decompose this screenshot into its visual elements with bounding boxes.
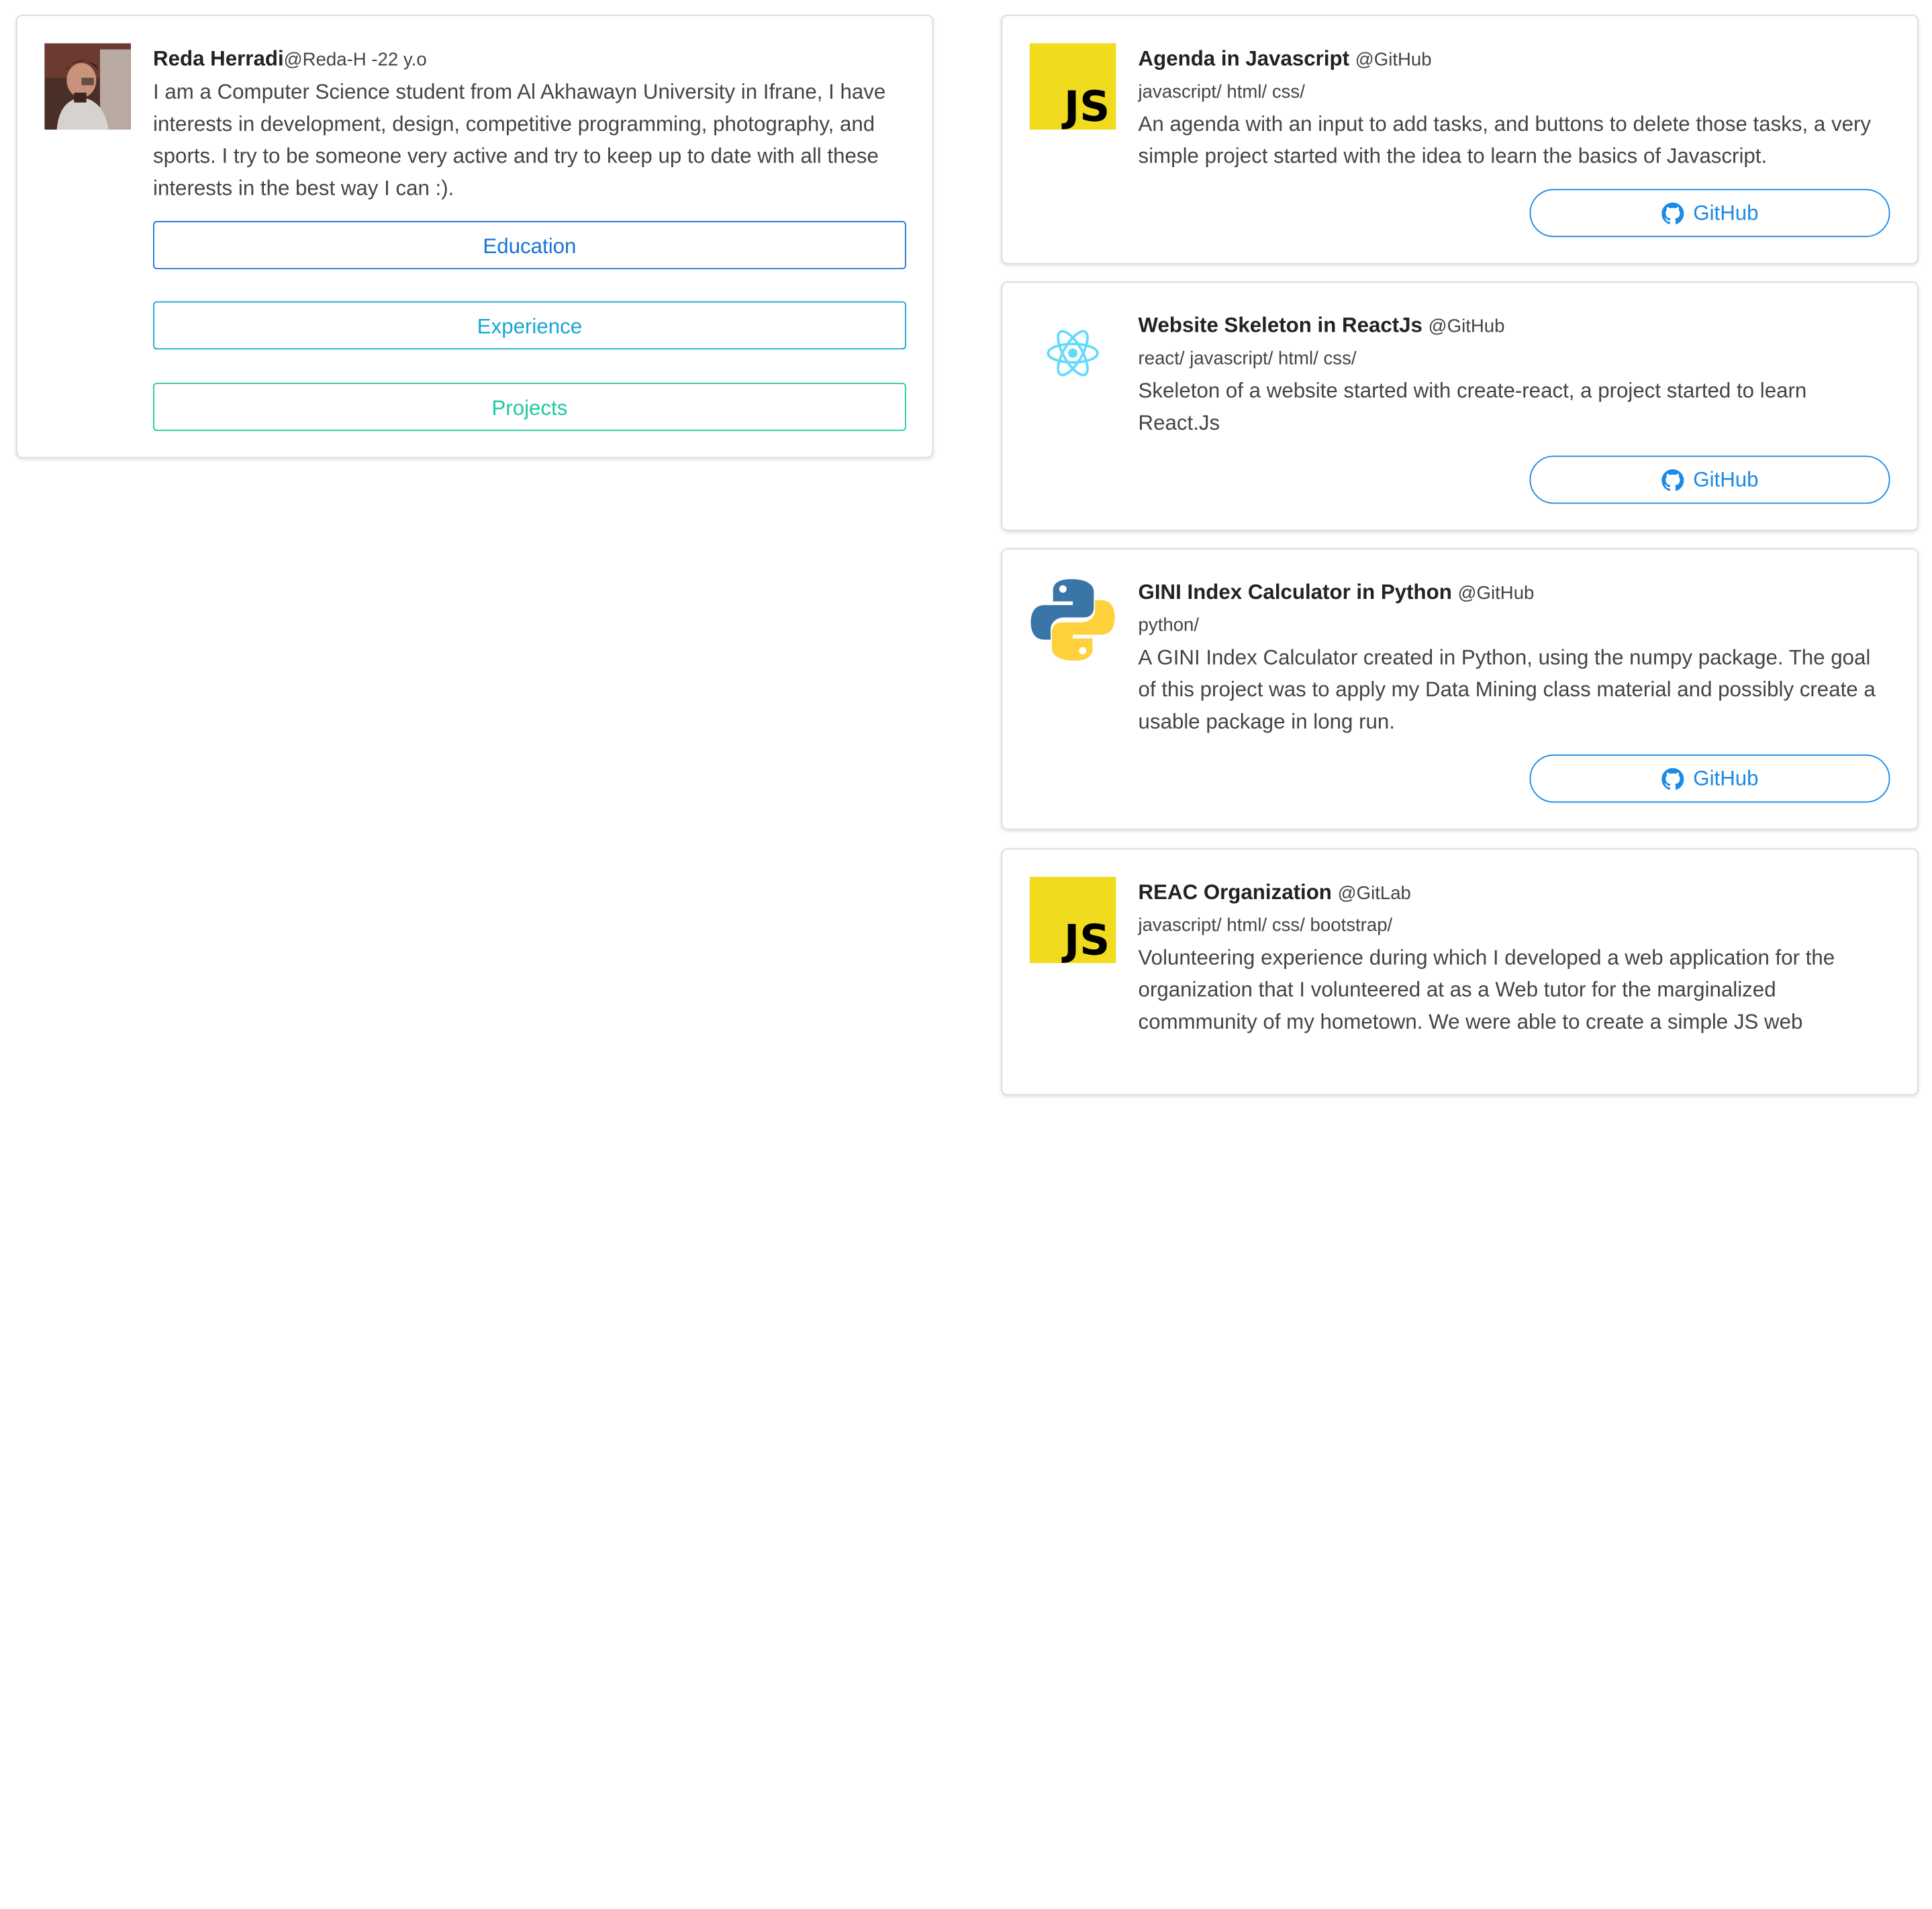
project-title: Website Skeleton in ReactJs [1138, 314, 1422, 338]
project-description: An agenda with an input to add tasks, an… [1138, 112, 1872, 169]
project-title: GINI Index Calculator in Python [1138, 580, 1452, 604]
github-button[interactable]: GitHub [1529, 754, 1890, 803]
profile-name: Reda Herradi [153, 46, 284, 71]
github-button-label: GitHub [1693, 467, 1759, 492]
python-logo-icon [1030, 577, 1116, 663]
js-logo-icon: JS [1029, 876, 1116, 965]
education-button[interactable]: Education [153, 221, 906, 269]
profile-handle: @Reda-H -22 y.o [283, 49, 427, 71]
project-card: JS Agenda in Javascript @GitHub javascri… [1001, 15, 1919, 265]
experience-button[interactable]: Experience [153, 301, 906, 350]
react-logo-icon [1030, 310, 1116, 397]
github-icon [1661, 767, 1684, 790]
profile-card: Reda Herradi@Reda-H -22 y.o I am a Compu… [15, 15, 934, 459]
project-description: Volunteering experience during which I d… [1138, 945, 1835, 1034]
project-title: REAC Organization [1138, 880, 1332, 904]
project-tags: javascript/ html/ css/ [1138, 81, 1305, 103]
js-logo-icon: JS [1029, 43, 1116, 131]
project-platform: @GitHub [1355, 49, 1432, 71]
avatar [44, 43, 131, 130]
project-card: Website Skeleton in ReactJs @GitHub reac… [1001, 281, 1919, 531]
github-icon [1661, 468, 1684, 491]
github-icon [1661, 201, 1684, 224]
project-tags: javascript/ html/ css/ bootstrap/ [1138, 915, 1393, 936]
github-button-label: GitHub [1693, 200, 1759, 224]
github-button[interactable]: GitHub [1529, 455, 1890, 504]
js-logo-text: JS [1061, 82, 1110, 130]
projects-button[interactable]: Projects [153, 383, 906, 431]
project-title: Agenda in Javascript [1138, 46, 1350, 71]
project-description: Skeleton of a website started with creat… [1138, 379, 1807, 435]
js-logo-text: JS [1061, 916, 1110, 964]
github-button-label: GitHub [1693, 766, 1759, 790]
project-card: JS REAC Organization @GitLab javascript/… [1001, 848, 1919, 1096]
project-tags: python/ [1138, 614, 1200, 637]
project-platform: @GitHub [1457, 583, 1535, 604]
project-tags: react/ javascript/ html/ css/ [1138, 348, 1357, 369]
project-platform: @GitLab [1337, 882, 1411, 904]
project-card: GINI Index Calculator in Python @GitHub … [1001, 548, 1919, 830]
profile-bio: I am a Computer Science student from Al … [153, 80, 886, 200]
project-description: A GINI Index Calculator created in Pytho… [1138, 645, 1876, 734]
project-platform: @GitHub [1428, 316, 1505, 338]
github-button[interactable]: GitHub [1529, 189, 1890, 238]
